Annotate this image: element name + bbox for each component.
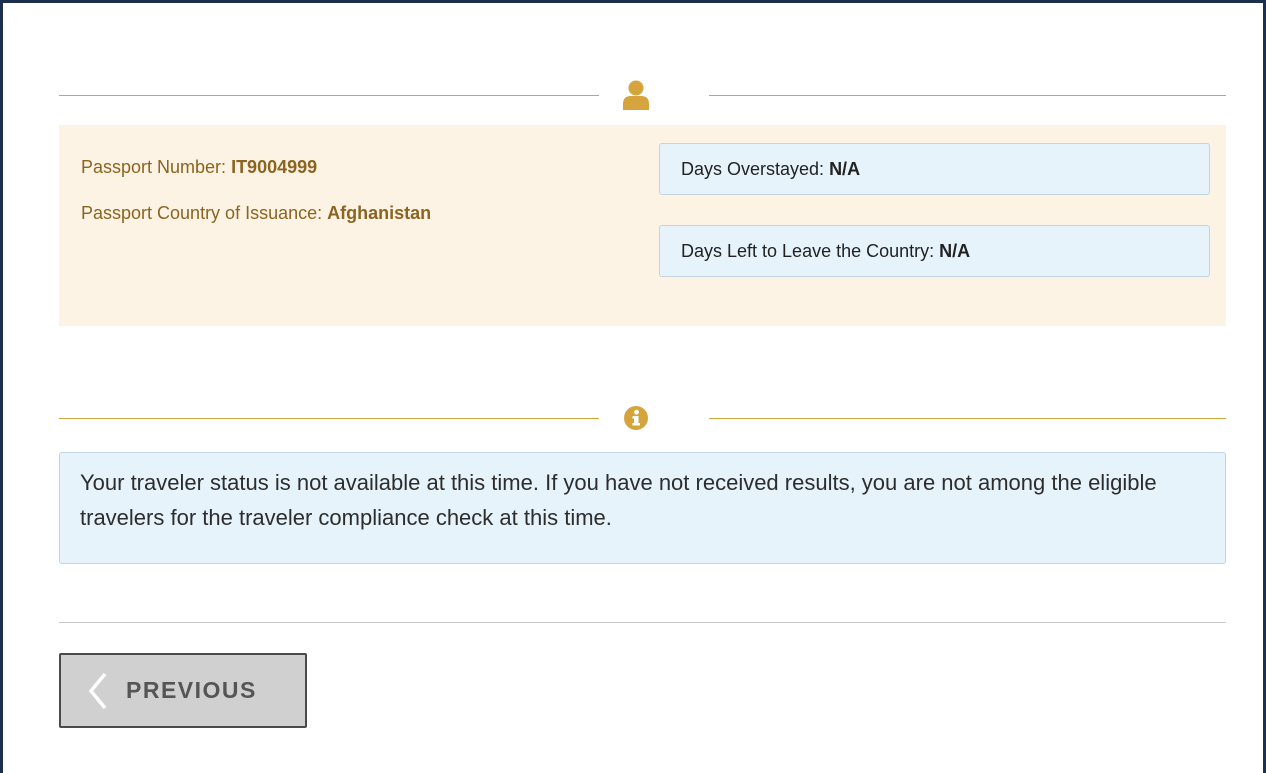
passport-number: Passport Number: IT9004999 (81, 157, 317, 178)
days-overstayed-label: Days Overstayed: (681, 159, 830, 179)
passport-country-label: Passport Country of Issuance: (81, 203, 328, 223)
passport-number-label: Passport Number: (81, 157, 232, 177)
page-frame: Passport Number: IT9004999 Passport Coun… (0, 0, 1266, 773)
traveler-status-message: Your traveler status is not available at… (59, 452, 1226, 564)
passport-number-value: IT9004999 (231, 157, 318, 177)
passport-country-value: Afghanistan (327, 203, 432, 223)
user-icon (619, 80, 653, 110)
previous-button[interactable]: PREVIOUS (59, 653, 307, 728)
divider-line-right (709, 95, 1226, 96)
days-overstayed-value: N/A (829, 159, 861, 179)
chevron-left-icon (87, 671, 109, 711)
traveler-status-text: Your traveler status is not available at… (80, 470, 1157, 530)
info-circle-icon (619, 403, 653, 433)
traveler-section-divider (59, 80, 1226, 110)
footer-divider (59, 622, 1226, 623)
days-overstayed-box: Days Overstayed: N/A (659, 143, 1210, 195)
divider-line-left (59, 418, 599, 419)
days-left-label: Days Left to Leave the Country: (681, 241, 940, 261)
previous-button-label: PREVIOUS (126, 677, 257, 703)
passport-info-panel: Passport Number: IT9004999 Passport Coun… (59, 125, 1226, 326)
status-section-divider (59, 403, 1226, 433)
days-left-box: Days Left to Leave the Country: N/A (659, 225, 1210, 277)
passport-country: Passport Country of Issuance: Afghanista… (81, 203, 431, 224)
days-left-value: N/A (939, 241, 971, 261)
divider-line-right (709, 418, 1226, 419)
divider-line-left (59, 95, 599, 96)
